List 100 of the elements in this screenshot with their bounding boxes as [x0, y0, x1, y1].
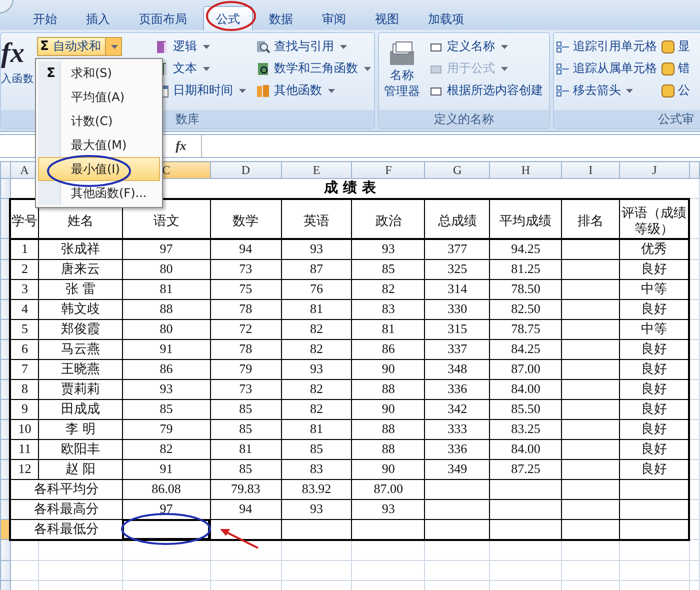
- table-cell: [562, 459, 620, 479]
- column-header[interactable]: J: [620, 162, 690, 178]
- table-cell: 良好: [620, 459, 690, 479]
- autosum-button[interactable]: Σ 自动求和: [37, 37, 122, 56]
- table-cell: 88: [122, 299, 210, 319]
- ribbon-command[interactable]: 逻辑: [152, 37, 249, 56]
- table-cell: 84.25: [490, 339, 562, 359]
- table-cell: 6: [10, 339, 38, 359]
- table-cell: 94: [210, 238, 282, 259]
- table-cell: 4: [10, 299, 38, 319]
- table-cell: 90: [352, 459, 425, 479]
- table-cell: 80: [122, 259, 210, 279]
- table-title: 成 绩 表: [324, 180, 376, 196]
- ribbon-command[interactable]: 查找与引用: [252, 37, 374, 56]
- ribbon-command[interactable]: 公: [659, 81, 692, 100]
- table-cell: 78: [210, 299, 282, 319]
- table-cell: 85: [281, 439, 352, 459]
- table-cell: [424, 519, 490, 540]
- table-cell: 84.00: [490, 379, 562, 399]
- table-cell: 81.25: [490, 259, 562, 279]
- books-icon: [256, 84, 270, 98]
- table-cell: 82: [281, 319, 352, 339]
- table-cell: 10: [10, 419, 38, 439]
- ribbon-command[interactable]: 其他函数: [252, 81, 374, 100]
- insert-function-icon[interactable]: fx: [161, 138, 201, 154]
- table-cell: [562, 399, 620, 419]
- table-cell: 81: [352, 319, 425, 339]
- table-cell: 优秀: [620, 238, 690, 259]
- table-cell: 342: [424, 399, 490, 419]
- ribbon-command[interactable]: 定义名称: [426, 37, 546, 56]
- table-cell: [281, 519, 352, 540]
- annotation-arrow: [220, 529, 258, 549]
- table-cell: 良好: [620, 359, 690, 379]
- insert-function-label[interactable]: 入函数: [1, 72, 34, 86]
- table-cell: 83.25: [490, 419, 562, 439]
- ribbon-tab[interactable]: 审阅: [309, 6, 359, 30]
- header-cell: 英语: [281, 198, 352, 238]
- table-cell: 349: [424, 459, 490, 479]
- column-header[interactable]: D: [210, 162, 282, 178]
- table-cell: 5: [10, 319, 38, 339]
- table-cell[interactable]: [122, 519, 210, 540]
- menu-item[interactable]: 最小值(I): [38, 157, 160, 181]
- table-cell: 87.00: [490, 359, 562, 379]
- insert-function-icon[interactable]: fx: [1, 39, 24, 69]
- ribbon-tab[interactable]: 页面布局: [126, 6, 200, 30]
- ribbon-command[interactable]: 移去箭头: [554, 81, 659, 100]
- menu-item[interactable]: Σ 求和(S): [38, 61, 160, 85]
- table-cell: 88: [352, 439, 425, 459]
- ribbon-tab[interactable]: 开始: [20, 6, 70, 30]
- table-cell: 9: [10, 399, 38, 419]
- ribbon-command[interactable]: 追踪引用单元格: [554, 37, 659, 56]
- header-cell: 平均成绩: [490, 198, 562, 238]
- menu-item[interactable]: 平均值(A): [38, 85, 160, 109]
- ribbon-command[interactable]: 显: [659, 37, 692, 56]
- rounded-square-icon: [661, 84, 675, 98]
- table-cell: 张 雷: [38, 279, 122, 299]
- trace-arrows-icon: [556, 40, 570, 54]
- table-cell: 94.25: [490, 238, 562, 259]
- column-header[interactable]: E: [281, 162, 352, 178]
- table-cell: 张成祥: [38, 238, 122, 259]
- table-cell: 81: [281, 299, 352, 319]
- header-cell: 数学: [210, 198, 282, 238]
- ribbon-command[interactable]: 错: [659, 59, 692, 78]
- table-cell: [562, 519, 620, 540]
- table-cell: 3: [10, 279, 38, 299]
- table-cell: [562, 339, 620, 359]
- table-cell: 333: [424, 419, 490, 439]
- menu-item[interactable]: 最大值(M): [38, 133, 160, 157]
- group-label: 定义的名称: [434, 112, 494, 126]
- trace-arrows-icon: [556, 62, 570, 76]
- annotation-ellipse: [206, 1, 256, 31]
- table-cell: 336: [424, 439, 490, 459]
- ribbon-command[interactable]: 数学和三角函数: [252, 59, 374, 78]
- column-header[interactable]: G: [424, 162, 490, 178]
- table-cell: 84.00: [490, 439, 562, 459]
- ribbon-tab[interactable]: 插入: [73, 6, 123, 30]
- column-header[interactable]: I: [562, 162, 620, 178]
- name-manager-button[interactable]: 名称 管理器: [382, 37, 422, 110]
- menu-item[interactable]: 计数(C): [38, 109, 160, 133]
- ribbon-command[interactable]: 追踪从属单元格: [554, 59, 659, 78]
- table-cell: 315: [424, 319, 490, 339]
- table-cell: 377: [424, 238, 490, 259]
- rounded-square-icon: [661, 62, 675, 76]
- table-cell: 良好: [620, 439, 690, 459]
- table-cell: 欧阳丰: [38, 439, 122, 459]
- table-cell: [562, 439, 620, 459]
- ribbon-tab[interactable]: 视图: [362, 6, 412, 30]
- ribbon-tab[interactable]: 加载项: [415, 6, 477, 30]
- ribbon-tab[interactable]: 数据: [256, 6, 306, 30]
- table-cell: 82: [352, 279, 425, 299]
- table-cell: 85.50: [490, 399, 562, 419]
- table-cell: 86: [122, 359, 210, 379]
- column-header[interactable]: F: [352, 162, 425, 178]
- group-label: 数库: [176, 112, 200, 126]
- table-cell: 2: [10, 259, 38, 279]
- ribbon-command[interactable]: 根据所选内容创建: [426, 81, 546, 100]
- table-cell: 82: [281, 339, 352, 359]
- column-header[interactable]: H: [490, 162, 562, 178]
- table-cell: [620, 519, 690, 540]
- table-cell: 85: [352, 259, 425, 279]
